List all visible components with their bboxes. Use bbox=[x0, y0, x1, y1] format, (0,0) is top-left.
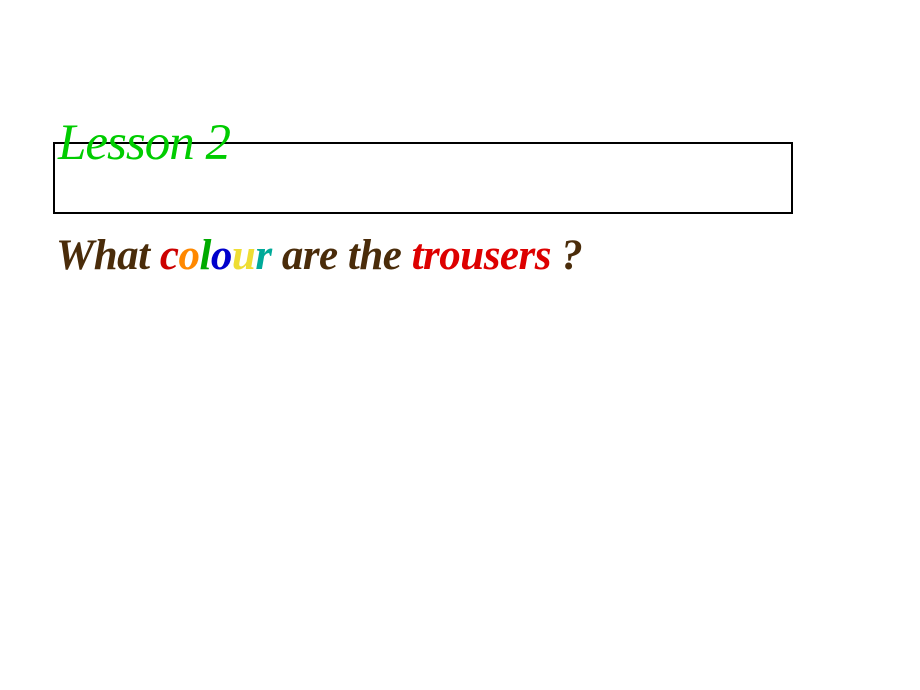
word-are: are bbox=[272, 232, 348, 279]
word-what: What bbox=[56, 232, 160, 279]
space bbox=[551, 232, 561, 279]
letter-o2: o bbox=[211, 232, 232, 279]
letter-c: c bbox=[160, 232, 179, 279]
letter-r: r bbox=[255, 232, 271, 279]
lesson-title: Lesson 2 bbox=[58, 114, 230, 172]
question-mark: ? bbox=[561, 232, 582, 279]
letter-l: l bbox=[199, 232, 210, 279]
letter-u: u bbox=[232, 232, 255, 279]
word-trousers: trousers bbox=[412, 232, 551, 279]
question-text: What colour are the trousers ? bbox=[56, 231, 582, 280]
letter-o: o bbox=[178, 232, 199, 279]
word-the: the bbox=[348, 232, 412, 279]
